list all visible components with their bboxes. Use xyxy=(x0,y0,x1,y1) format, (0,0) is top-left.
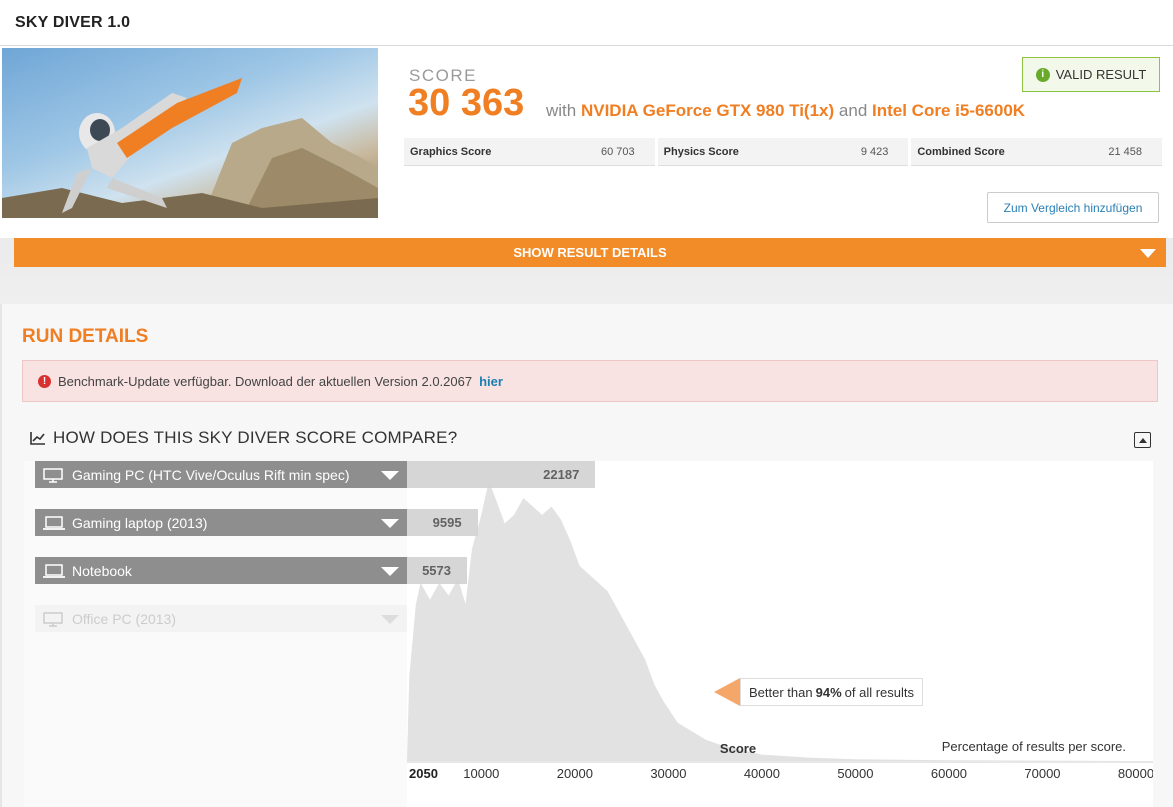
comparison-row-label: Notebook xyxy=(72,562,132,579)
subscore-graphics: Graphics Score 60 703 xyxy=(404,138,655,166)
subscore-label: Graphics Score xyxy=(410,145,492,158)
comparison-row[interactable]: Office PC (2013) xyxy=(35,605,407,632)
better-than-suffix: of all results xyxy=(844,684,915,700)
alert-icon: ! xyxy=(38,374,51,388)
line-chart-icon xyxy=(30,432,45,445)
subscores: Graphics Score 60 703 Physics Score 9 42… xyxy=(404,138,1163,166)
laptop-icon xyxy=(43,563,65,578)
chevron-down-icon[interactable] xyxy=(381,471,399,480)
better-than-value: 94% xyxy=(815,684,842,700)
callout-box: Better than 94% of all results xyxy=(740,678,924,706)
comparison-row[interactable]: Notebook xyxy=(35,557,407,584)
subscore-value: 9 423 xyxy=(860,145,889,158)
run-details-title: RUN DETAILS xyxy=(22,326,149,347)
x-tick-label: 10000 xyxy=(463,766,499,781)
valid-result-label: VALID RESULT xyxy=(1055,67,1147,82)
x-tick-label: 2050 xyxy=(409,766,438,781)
page-title: SKY DIVER 1.0 xyxy=(15,14,131,31)
hardware-summary: with NVIDIA GeForce GTX 980 Ti(1x) and I… xyxy=(546,101,1025,121)
add-to-comparison-button[interactable]: Zum Vergleich hinzufügen xyxy=(987,192,1159,223)
comparison-row[interactable]: Gaming PC (HTC Vive/Oculus Rift min spec… xyxy=(35,461,407,488)
comparison-row-label: Gaming laptop (2013) xyxy=(72,514,208,531)
x-tick-label: 20000 xyxy=(557,766,593,781)
comparison-bar: 5573 xyxy=(407,557,467,584)
subscore-value: 21 458 xyxy=(1108,145,1143,158)
subscore-combined: Combined Score 21 458 xyxy=(911,138,1163,166)
and-text: and xyxy=(838,101,868,120)
callout-arrow xyxy=(714,678,740,706)
cpu-name[interactable]: Intel Core i5-6600K xyxy=(872,101,1025,120)
show-result-details-button[interactable]: SHOW RESULT DETAILS xyxy=(14,238,1166,267)
compare-heading: HOW DOES THIS SKY DIVER SCORE COMPARE? xyxy=(30,428,457,448)
valid-result-badge: i VALID RESULT xyxy=(1022,57,1160,92)
better-than-callout: Better than 94% of all results xyxy=(714,678,924,706)
download-link[interactable]: hier xyxy=(479,374,503,389)
alert-text: Benchmark-Update verfügbar. Download der… xyxy=(58,373,473,389)
chevron-down-icon[interactable] xyxy=(381,567,399,576)
skydiver-illustration xyxy=(2,78,378,218)
x-tick-label: 50000 xyxy=(837,766,873,781)
run-details-section: RUN DETAILS ! Benchmark-Update verfügbar… xyxy=(2,304,1173,807)
chevron-down-icon[interactable] xyxy=(381,519,399,528)
x-tick-label: 80000 xyxy=(1118,766,1153,781)
x-tick-label: 70000 xyxy=(1024,766,1060,781)
compare-heading-text: HOW DOES THIS SKY DIVER SCORE COMPARE? xyxy=(53,428,458,447)
show-result-details-label: SHOW RESULT DETAILS xyxy=(513,245,667,260)
desktop-icon xyxy=(43,467,63,483)
chevron-down-icon[interactable] xyxy=(381,615,399,624)
x-tick-label: 30000 xyxy=(650,766,686,781)
distribution-area xyxy=(407,481,1136,761)
comparison-row[interactable]: Gaming laptop (2013) xyxy=(35,509,407,536)
collapse-button[interactable] xyxy=(1134,432,1151,448)
subscore-physics: Physics Score 9 423 xyxy=(657,138,909,166)
hero-image xyxy=(2,48,378,218)
gpu-name[interactable]: NVIDIA GeForce GTX 980 Ti(1x) xyxy=(581,101,834,120)
comparison-row-label: Gaming PC (HTC Vive/Oculus Rift min spec… xyxy=(72,466,350,483)
subscore-label: Combined Score xyxy=(917,145,1005,158)
score-distribution-chart: 2050 10000 20000 30000 40000 50000 60000 70000 8… xyxy=(24,461,1153,807)
x-axis-label: Score xyxy=(720,741,756,756)
update-alert: ! Benchmark-Update verfügbar. Download d… xyxy=(22,360,1158,402)
chevron-down-icon xyxy=(1140,249,1156,258)
y-axis-caption: Percentage of results per score. xyxy=(942,739,1126,754)
desktop-icon xyxy=(43,611,63,627)
subscore-value: 60 703 xyxy=(601,145,635,158)
x-tick-label: 60000 xyxy=(931,766,967,781)
subscore-label: Physics Score xyxy=(663,145,739,158)
with-text: with xyxy=(546,101,577,120)
comparison-bar: 9595 xyxy=(407,509,478,536)
better-than-prefix: Better than xyxy=(749,684,813,700)
x-tick-label: 40000 xyxy=(744,766,780,781)
score-value: 30 363 xyxy=(408,82,525,124)
laptop-icon xyxy=(43,515,65,530)
comparison-bar: 22187 xyxy=(407,461,596,488)
top-bar: SKY DIVER 1.0 xyxy=(0,0,1173,46)
comparison-row-label: Office PC (2013) xyxy=(72,610,177,627)
result-card: SCORE 30 363 with NVIDIA GeForce GTX 980… xyxy=(0,46,1173,238)
info-icon: i xyxy=(1035,67,1050,82)
